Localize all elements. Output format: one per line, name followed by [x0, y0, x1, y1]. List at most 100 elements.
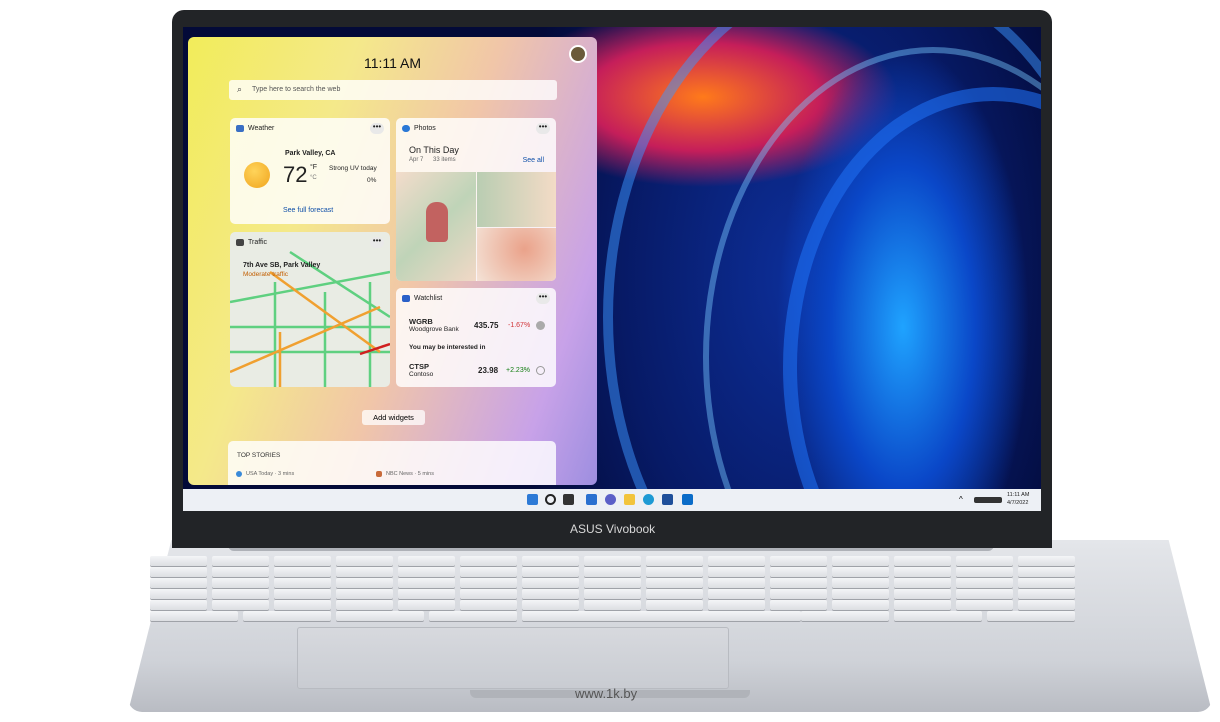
keyboard-key	[336, 567, 393, 577]
keyboard-key	[243, 611, 331, 621]
keyboard-key	[832, 600, 889, 610]
keyboard-key	[646, 567, 703, 577]
more-button[interactable]: •••	[536, 293, 550, 304]
store-icon[interactable]	[662, 494, 673, 505]
brand-logo: ASUS Vivobook	[570, 522, 656, 536]
traffic-map[interactable]	[230, 232, 390, 387]
keyboard-key	[646, 600, 703, 610]
nbc-icon	[376, 471, 382, 477]
keyboard-key	[150, 600, 207, 610]
keyboard-key	[584, 567, 641, 577]
keyboard-key	[956, 556, 1013, 566]
keyboard	[150, 556, 1080, 622]
keyboard-key	[336, 589, 393, 599]
widgets-clock: 11:11 AM	[363, 55, 422, 71]
outlook-icon[interactable]	[682, 494, 693, 505]
keyboard-key	[832, 567, 889, 577]
keyboard-key	[522, 600, 579, 610]
keyboard-key	[398, 578, 455, 588]
avatar[interactable]	[569, 45, 587, 63]
keyboard-key	[522, 578, 579, 588]
keyboard-key	[274, 589, 331, 599]
added-check-icon[interactable]	[536, 321, 545, 330]
keyboard-key	[708, 567, 765, 577]
search-icon: ⌕	[237, 84, 243, 94]
top-stories: TOP STORIES USA Today · 3 mins NBC News …	[228, 441, 556, 485]
keyboard-key	[832, 578, 889, 588]
keyboard-key	[460, 578, 517, 588]
tray-chevron-icon[interactable]: ^	[959, 495, 963, 504]
photo-thumbnail[interactable]	[396, 172, 476, 281]
keyboard-key	[987, 611, 1075, 621]
story-source[interactable]: USA Today · 3 mins	[246, 471, 294, 477]
keyboard-key	[708, 578, 765, 588]
start-icon[interactable]	[527, 494, 538, 505]
keyboard-key	[832, 556, 889, 566]
keyboard-key	[274, 556, 331, 566]
photo-thumbnail[interactable]	[477, 228, 556, 281]
keyboard-key	[274, 567, 331, 577]
keyboard-key	[460, 600, 517, 610]
weather-icon	[236, 125, 244, 132]
keyboard-key	[398, 589, 455, 599]
keyboard-key	[832, 589, 889, 599]
watermark: www.1k.by	[575, 686, 638, 701]
add-widgets-button[interactable]: Add widgets	[362, 410, 425, 425]
keyboard-key	[646, 589, 703, 599]
keyboard-key	[894, 589, 951, 599]
keyboard-key	[1018, 556, 1075, 566]
keyboard-key	[336, 578, 393, 588]
keyboard-key	[274, 578, 331, 588]
keyboard-key	[1018, 567, 1075, 577]
file-explorer-icon[interactable]	[624, 494, 635, 505]
add-icon[interactable]	[536, 366, 545, 375]
keyboard-key	[894, 578, 951, 588]
keyboard-key	[801, 611, 889, 621]
photos-widget[interactable]: Photos ••• On This Day Apr 7 33 items Se…	[396, 118, 556, 281]
search-icon[interactable]	[545, 494, 556, 505]
keyboard-key	[646, 556, 703, 566]
keyboard-key	[770, 589, 827, 599]
more-button[interactable]: •••	[536, 123, 550, 134]
see-all-link[interactable]: See all	[523, 157, 544, 164]
keyboard-key	[770, 567, 827, 577]
clock-time[interactable]: 11:11 AM	[1007, 492, 1029, 498]
widgets-panel: 11:11 AM ⌕ Type here to search the web W…	[188, 37, 597, 485]
screen: 11:11 AM ⌕ Type here to search the web W…	[183, 27, 1041, 511]
widgets-icon[interactable]	[586, 494, 597, 505]
keyboard-key	[1018, 578, 1075, 588]
keyboard-key	[1018, 600, 1075, 610]
keyboard-key	[274, 600, 331, 610]
keyboard-key	[150, 589, 207, 599]
watchlist-widget[interactable]: Watchlist ••• WGRB Woodgrove Bank 435.75…	[396, 288, 556, 387]
more-button[interactable]: •••	[370, 237, 384, 248]
keyboard-key	[956, 600, 1013, 610]
chart-icon	[402, 295, 410, 302]
clock-date[interactable]: 4/7/2022	[1007, 500, 1028, 506]
keyboard-key	[150, 611, 238, 621]
traffic-widget[interactable]: Traffic ••• 7th Ave SB, Park Valley Mode…	[230, 232, 390, 387]
more-button[interactable]: •••	[370, 123, 384, 134]
weather-widget[interactable]: Weather ••• Park Valley, CA 72 °F °C Str…	[230, 118, 390, 224]
keyboard-key	[584, 556, 641, 566]
keyboard-key	[770, 556, 827, 566]
photo-thumbnail[interactable]	[477, 172, 556, 227]
location: Park Valley, CA	[285, 150, 336, 157]
keyboard-key	[522, 589, 579, 599]
keyboard-key	[646, 578, 703, 588]
search-input[interactable]: ⌕ Type here to search the web	[229, 80, 557, 100]
keyboard-key	[770, 600, 827, 610]
keyboard-key	[429, 611, 517, 621]
keyboard-key	[956, 589, 1013, 599]
edge-icon[interactable]	[643, 494, 654, 505]
onedrive-icon	[402, 125, 410, 132]
chat-icon[interactable]	[605, 494, 616, 505]
task-view-icon[interactable]	[563, 494, 574, 505]
keyboard-key	[212, 567, 269, 577]
story-source[interactable]: NBC News · 5 mins	[386, 471, 434, 477]
keyboard-key	[708, 556, 765, 566]
keyboard-key	[398, 556, 455, 566]
forecast-link[interactable]: See full forecast	[283, 207, 333, 214]
keyboard-key	[150, 578, 207, 588]
tray-icons-wifi-volume-battery[interactable]	[974, 497, 1002, 503]
